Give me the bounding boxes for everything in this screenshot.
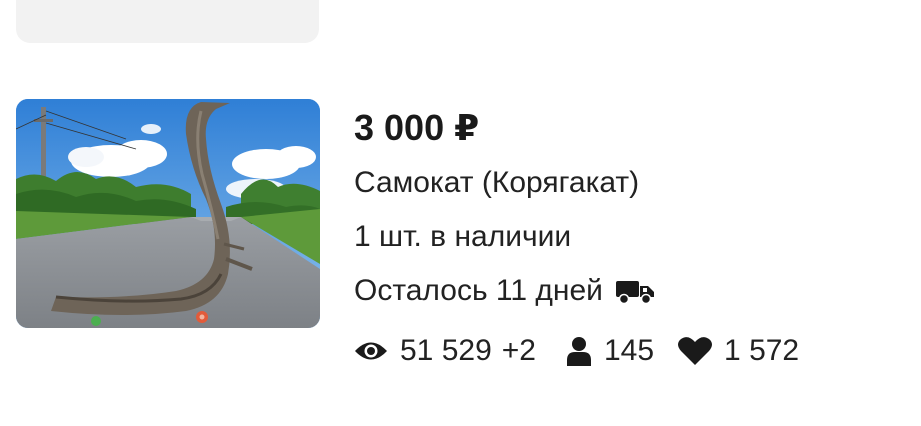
- eye-icon: [354, 340, 388, 362]
- heart-icon: [678, 336, 713, 366]
- previous-listing-card[interactable]: [16, 0, 319, 43]
- time-remaining-text: Осталось 11 дней: [354, 274, 603, 307]
- buyers-count: 145: [603, 334, 655, 367]
- stock-status: 1 шт. в наличии: [354, 220, 572, 253]
- listing-stats: 51 529 +2 145 1 572: [354, 334, 799, 368]
- views-stat: 51 529 +2: [354, 334, 536, 368]
- listing-image[interactable]: [16, 99, 320, 328]
- listing-page: 3 000 ₽ Самокат (Корягакат) 1 шт. в нали…: [0, 0, 921, 426]
- likes-stat: 1 572: [678, 334, 799, 368]
- listing-card[interactable]: 3 000 ₽ Самокат (Корягакат) 1 шт. в нали…: [16, 99, 896, 379]
- likes-count: 1 572: [724, 334, 800, 367]
- views-count: 51 529: [400, 334, 492, 367]
- listing-title[interactable]: Самокат (Корягакат): [354, 166, 639, 200]
- views-delta: +2: [501, 334, 536, 367]
- listing-price: 3 000 ₽: [354, 107, 480, 148]
- truck-icon: [615, 277, 655, 305]
- buyers-stat: 145: [566, 334, 654, 368]
- time-remaining-row: Осталось 11 дней: [354, 274, 655, 308]
- user-icon: [566, 336, 592, 366]
